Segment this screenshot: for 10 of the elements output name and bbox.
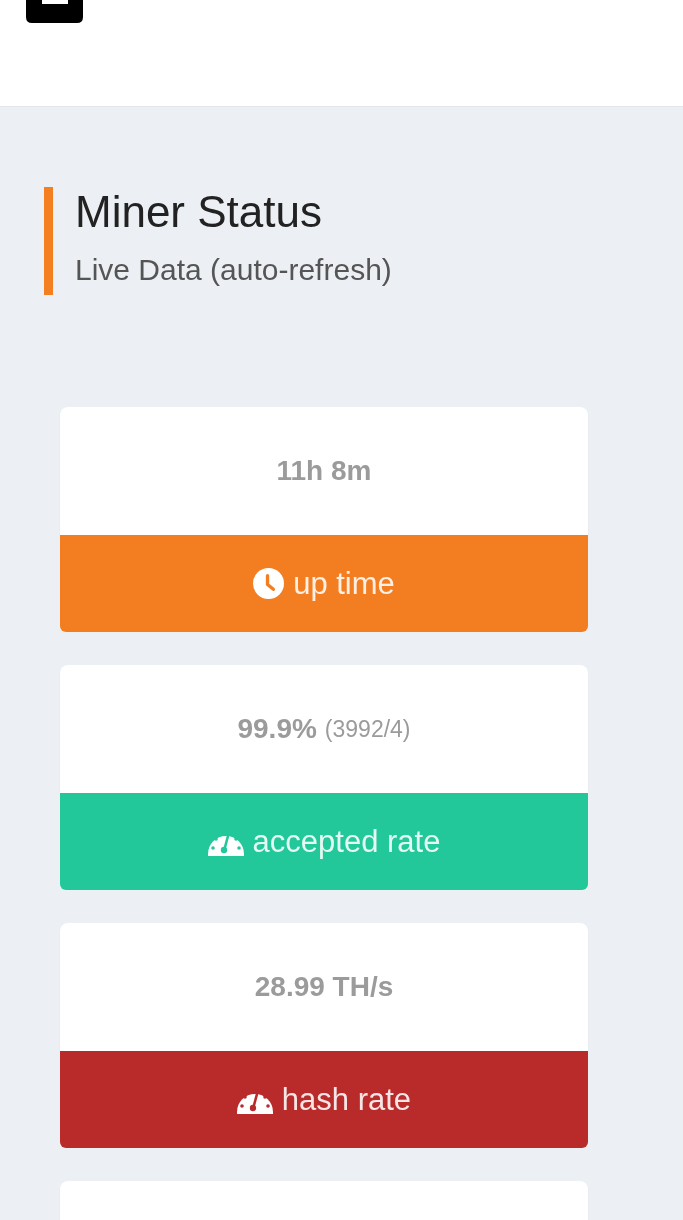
stat-value: 99.9% [237, 713, 317, 745]
stat-label: up time [293, 565, 395, 602]
section-subtitle: Live Data (auto-refresh) [75, 252, 392, 288]
stat-label: accepted rate [252, 823, 441, 860]
stat-value: 11h 8m [276, 455, 372, 487]
stat-label: hash rate [281, 1081, 412, 1118]
stat-detail: (3992/4) [324, 715, 411, 743]
section-title: Miner Status [75, 187, 323, 237]
stat-value: 28.99 TH/s [254, 971, 394, 1003]
clock-icon [253, 568, 285, 599]
